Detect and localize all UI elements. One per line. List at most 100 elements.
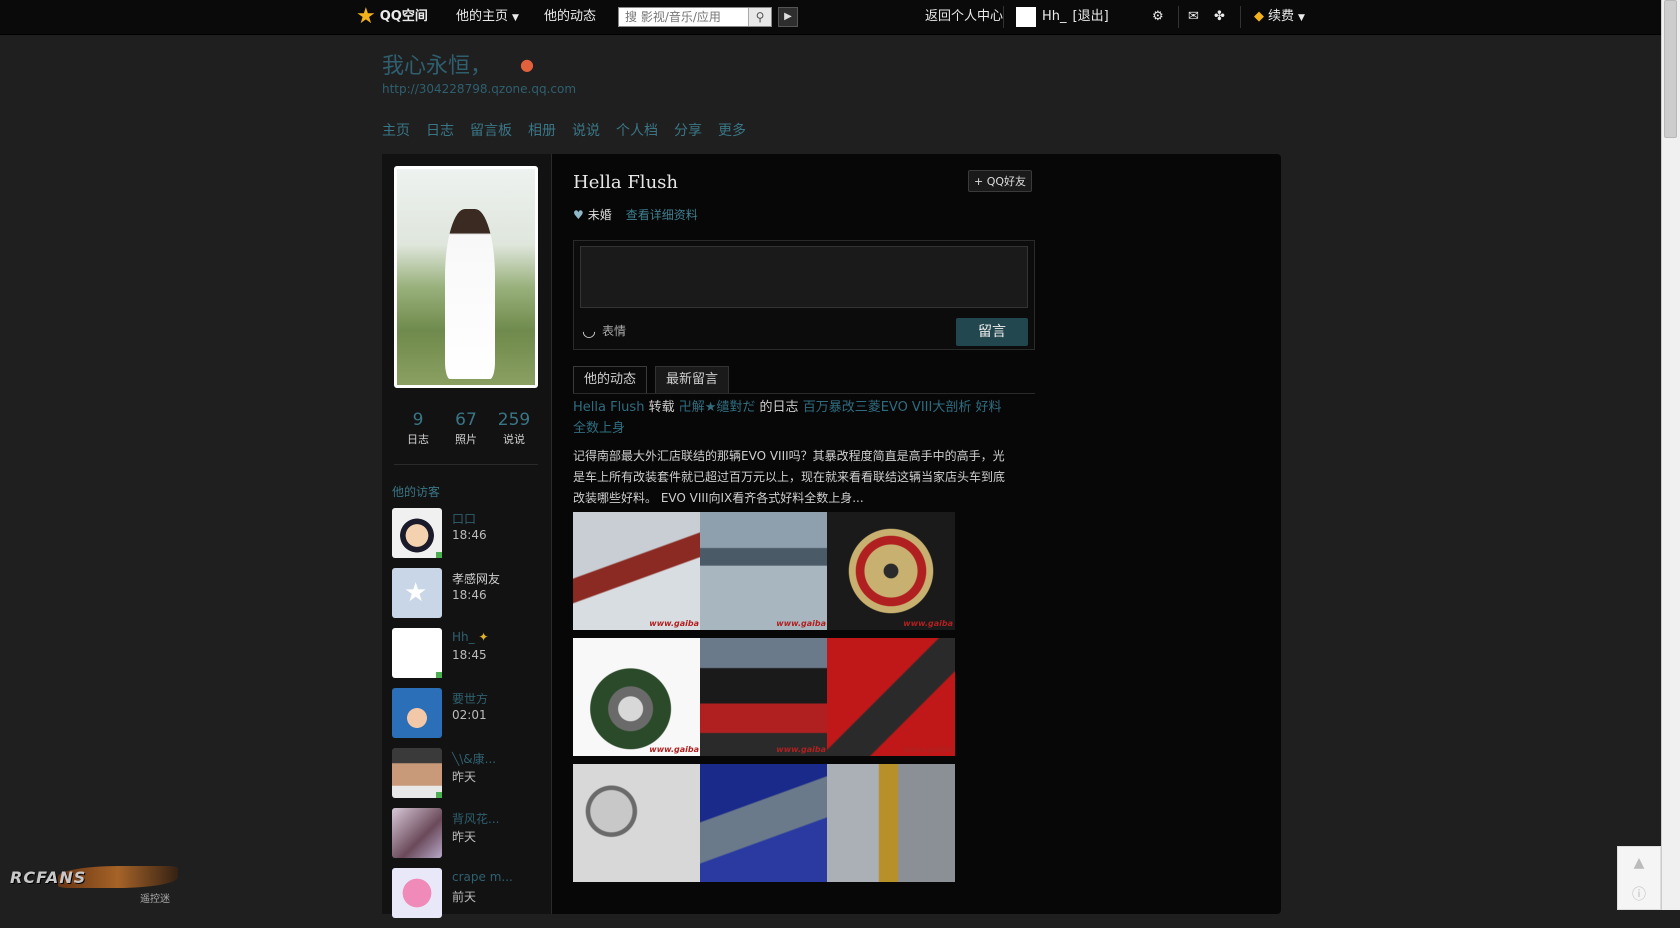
nav-share[interactable]: 分享: [674, 120, 702, 140]
vip-badge-icon: ✦: [478, 630, 489, 644]
watermark-brand: RCFANS: [10, 868, 87, 887]
search-icon[interactable]: ⚲: [748, 8, 771, 26]
stat-talks[interactable]: 259 说说: [490, 410, 538, 447]
rcfans-watermark: RCFANS 遥控迷: [10, 864, 180, 905]
leave-message-button[interactable]: 留言: [956, 318, 1028, 346]
photo-watermark: www.gaiba: [903, 619, 953, 628]
nav-blog[interactable]: 日志: [426, 120, 454, 140]
emoji-label: 表情: [601, 324, 626, 338]
qzone-logo[interactable]: ★ QQ空间: [356, 0, 428, 34]
gallery-photo[interactable]: [700, 764, 828, 882]
space-title-text: 我心永恒，: [382, 54, 493, 79]
renew-label: 续费: [1268, 9, 1295, 24]
nav-albums[interactable]: 相册: [528, 120, 556, 140]
user-avatar[interactable]: [1016, 7, 1036, 27]
online-indicator: [436, 672, 442, 678]
back-to-center-link[interactable]: 返回个人中心: [925, 0, 1003, 34]
divider: [394, 464, 538, 465]
page-scrollbar[interactable]: [1661, 0, 1680, 910]
floating-toolbar: ▲ ⓘ: [1617, 846, 1661, 910]
nav-guestbook[interactable]: 留言板: [470, 120, 512, 140]
search-input[interactable]: [619, 8, 757, 26]
add-qq-friend-button[interactable]: + QQ好友: [968, 170, 1032, 192]
view-details-link[interactable]: 查看详细资料: [626, 206, 698, 223]
fruit-badge-icon[interactable]: ●: [520, 55, 534, 74]
photo-watermark: www.gaiba: [649, 619, 699, 628]
feed-excerpt: 记得南部最大外汇店联结的那辆EVO VIII吗？其暴改程度简直是高手中的高手，光…: [573, 449, 1006, 505]
stat-blogs[interactable]: 9 日志: [394, 410, 442, 447]
renew-menu[interactable]: ◆ 续费 ▼: [1254, 0, 1305, 34]
divider: [1178, 6, 1179, 28]
visitor-item[interactable]: 口口 18:46: [392, 508, 542, 568]
visitors-title[interactable]: 他的访客: [392, 483, 440, 500]
feed-action: 转载: [648, 400, 675, 415]
visitor-item[interactable]: 要世方 02:01: [392, 688, 542, 748]
logout-link[interactable]: [退出]: [1073, 0, 1109, 34]
visitor-avatar[interactable]: [392, 808, 442, 858]
stat-value: 9: [412, 410, 424, 430]
visit-time: 18:46: [452, 528, 487, 542]
visitor-list: 口口 18:46 ★ 孝感网友 18:46 Hh_ ✦ 18:45 要世方 02…: [392, 508, 542, 928]
gallery-photo[interactable]: www.gaiba: [827, 512, 955, 630]
visit-time: 18:46: [452, 588, 487, 602]
back-to-top-icon[interactable]: ▲: [1618, 847, 1660, 879]
his-homepage-label: 他的主页: [456, 9, 509, 24]
visitor-avatar[interactable]: [392, 508, 442, 558]
visitor-name[interactable]: 要世方: [452, 690, 488, 707]
photo-watermark: www.gaiba: [776, 619, 826, 628]
profile-photo[interactable]: [394, 166, 538, 388]
visitor-name[interactable]: ╲\&康...: [452, 750, 496, 767]
visit-time: 昨天: [452, 830, 477, 844]
go-arrow-button[interactable]: ▶: [778, 7, 798, 27]
gear-icon[interactable]: ⚙: [1152, 0, 1164, 34]
visitor-item[interactable]: ╲\&康... 昨天: [392, 748, 542, 808]
marital-status: ♥ 未婚: [573, 206, 612, 223]
feed-author-link[interactable]: Hella Flush: [573, 400, 644, 415]
his-feed-link[interactable]: 他的动态: [544, 0, 596, 34]
visitor-avatar[interactable]: ★: [392, 568, 442, 618]
nav-talk[interactable]: 说说: [572, 120, 600, 140]
username[interactable]: Hh_: [1042, 0, 1067, 34]
visitor-name[interactable]: 口口: [452, 510, 476, 527]
gallery-photo[interactable]: www.gaiba: [700, 512, 828, 630]
gallery-photo[interactable]: [827, 764, 955, 882]
emoji-button[interactable]: ◡ 表情: [582, 321, 626, 340]
gallery-photo[interactable]: www.gaiba: [700, 638, 828, 756]
qzone-default-icon: ★: [404, 578, 428, 608]
profile-stats: 9 日志 67 照片 259 说说: [394, 410, 538, 447]
visitor-item[interactable]: Hh_ ✦ 18:45: [392, 628, 542, 688]
scrollbar-thumb[interactable]: [1664, 0, 1677, 138]
nav-more[interactable]: 更多: [718, 120, 746, 140]
visitor-avatar[interactable]: [392, 628, 442, 678]
visitor-item[interactable]: crape m... 前天: [392, 868, 542, 928]
visitor-item[interactable]: 背风花... 昨天: [392, 808, 542, 868]
feedback-icon[interactable]: ⓘ: [1618, 879, 1660, 911]
visitor-name[interactable]: 孝感网友: [452, 570, 500, 587]
visitor-avatar[interactable]: [392, 748, 442, 798]
nav-home[interactable]: 主页: [382, 120, 410, 140]
gallery-photo[interactable]: [573, 764, 701, 882]
tab-his-feed[interactable]: 他的动态: [573, 366, 648, 393]
visitor-name[interactable]: 背风花...: [452, 810, 499, 827]
nav-profile[interactable]: 个人档: [616, 120, 658, 140]
stat-photos[interactable]: 67 照片: [442, 410, 490, 447]
marital-text: 未婚: [587, 208, 612, 222]
plus-icon: +: [973, 175, 987, 188]
gallery-photo[interactable]: www.gaiba: [573, 512, 701, 630]
mail-icon[interactable]: ✉: [1188, 0, 1199, 34]
gallery-photo[interactable]: www.gaiba: [827, 638, 955, 756]
his-homepage-menu[interactable]: 他的主页 ▼: [456, 0, 519, 34]
visitor-avatar[interactable]: [392, 868, 442, 918]
clover-icon[interactable]: ✤: [1214, 0, 1225, 34]
divider: [1240, 6, 1241, 28]
message-input[interactable]: [580, 246, 1028, 308]
visitor-name[interactable]: Hh_ ✦: [452, 630, 489, 644]
visit-time: 前天: [452, 890, 477, 904]
feed-source-user-link[interactable]: 卍解★缱對だ: [679, 400, 756, 415]
visitor-item[interactable]: ★ 孝感网友 18:46: [392, 568, 542, 628]
tab-latest-messages[interactable]: 最新留言: [655, 366, 730, 393]
visitor-name[interactable]: crape m...: [452, 870, 513, 884]
gallery-photo[interactable]: www.gaiba: [573, 638, 701, 756]
space-url[interactable]: http://304228798.qzone.qq.com: [382, 82, 576, 96]
visitor-avatar[interactable]: [392, 688, 442, 738]
